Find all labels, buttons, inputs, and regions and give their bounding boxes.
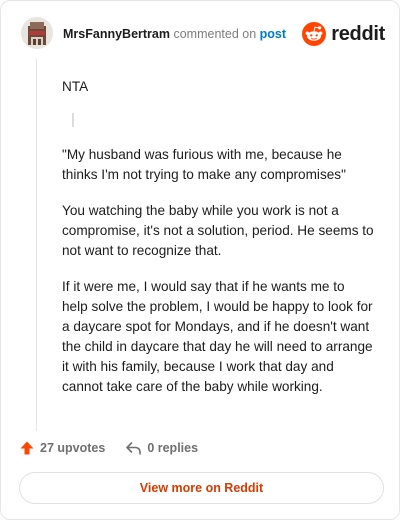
upvote-count: 27 upvotes bbox=[40, 441, 106, 455]
username-link[interactable]: MrsFannyBertram bbox=[63, 27, 170, 41]
comment-quote: "My husband was furious with me, because… bbox=[62, 147, 346, 182]
comment-footer: 27 upvotes 0 replies bbox=[19, 439, 218, 457]
quote-marker bbox=[72, 113, 74, 127]
avatar[interactable] bbox=[21, 17, 53, 49]
comment-paragraph: You watching the baby while you work is … bbox=[62, 203, 374, 258]
reply-icon bbox=[126, 442, 142, 455]
upvote-stat[interactable]: 27 upvotes bbox=[19, 440, 105, 456]
brand-wordmark: reddit bbox=[331, 22, 385, 45]
thread-line bbox=[36, 59, 37, 431]
view-more-button[interactable]: View more on Reddit bbox=[19, 472, 384, 504]
comment-body: NTA "My husband was furious with me, bec… bbox=[62, 77, 374, 413]
reply-count: 0 replies bbox=[147, 441, 199, 455]
reply-stat[interactable]: 0 replies bbox=[125, 440, 198, 456]
action-text: commented on bbox=[173, 27, 257, 41]
comment-paragraph: If it were me, I would say that if he wa… bbox=[62, 279, 373, 394]
reddit-logo-icon bbox=[302, 22, 327, 46]
comment-meta: MrsFannyBertram commented on post bbox=[63, 26, 286, 42]
comment-header: MrsFannyBertram commented on post reddit bbox=[21, 17, 385, 51]
reddit-brand[interactable]: reddit bbox=[302, 21, 385, 47]
comment-verdict: NTA bbox=[62, 79, 89, 94]
comment-embed-card: MrsFannyBertram commented on post reddit… bbox=[0, 0, 400, 520]
post-link[interactable]: post bbox=[260, 27, 286, 41]
upvote-arrow-icon bbox=[20, 441, 34, 455]
avatar-image bbox=[21, 17, 53, 49]
